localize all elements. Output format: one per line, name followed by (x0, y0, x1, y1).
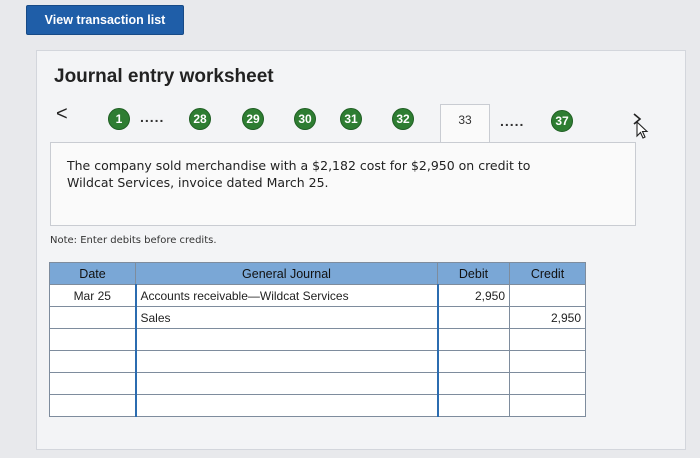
credit-cell[interactable] (509, 394, 586, 417)
table-row (49, 328, 586, 351)
step-28[interactable]: 28 (189, 108, 211, 130)
note-text: Note: Enter debits before credits. (50, 235, 217, 246)
next-arrow-icon[interactable] (628, 110, 654, 140)
step-29[interactable]: 29 (242, 108, 264, 130)
date-cell[interactable]: Mar 25 (49, 284, 136, 307)
credit-cell[interactable] (509, 350, 586, 373)
account-cell[interactable] (134, 350, 438, 373)
account-cell[interactable]: Accounts receivable—Wildcat Services (134, 284, 438, 307)
description-line-1: The company sold merchandise with a $2,1… (67, 158, 531, 173)
account-cell[interactable] (134, 372, 438, 395)
journal-header-row: Date General Journal Debit Credit (49, 262, 586, 285)
account-cell[interactable] (134, 328, 438, 351)
header-credit: Credit (509, 262, 586, 285)
debit-cell[interactable]: 2,950 (436, 284, 510, 307)
credit-cell[interactable] (509, 372, 586, 395)
date-cell[interactable] (49, 350, 136, 373)
pager-ellipsis-2: ..... (500, 113, 525, 129)
credit-cell[interactable]: 2,950 (509, 306, 586, 329)
view-transaction-list-button[interactable]: View transaction list (26, 5, 184, 35)
table-row (49, 372, 586, 395)
header-debit: Debit (437, 262, 510, 285)
date-cell[interactable] (49, 328, 136, 351)
date-cell[interactable] (49, 372, 136, 395)
step-32[interactable]: 32 (392, 108, 414, 130)
step-37[interactable]: 37 (551, 110, 573, 132)
debit-cell[interactable] (436, 394, 510, 417)
debit-cell[interactable] (436, 328, 510, 351)
journal-table: Date General Journal Debit Credit Mar 25… (49, 262, 586, 417)
step-1[interactable]: 1 (108, 108, 130, 130)
debit-cell[interactable] (436, 306, 510, 329)
worksheet-title: Journal entry worksheet (54, 66, 274, 87)
table-row: Sales 2,950 (49, 306, 586, 329)
description-line-2: Wildcat Services, invoice dated March 25… (67, 175, 329, 190)
account-cell[interactable]: Sales (134, 306, 438, 329)
account-cell[interactable] (134, 394, 438, 417)
transaction-description: The company sold merchandise with a $2,1… (50, 142, 636, 226)
pager-ellipsis: ..... (140, 109, 165, 125)
credit-cell[interactable] (509, 284, 586, 307)
credit-cell[interactable] (509, 328, 586, 351)
debit-cell[interactable] (436, 372, 510, 395)
step-31[interactable]: 31 (340, 108, 362, 130)
table-row: Mar 25 Accounts receivable—Wildcat Servi… (49, 284, 586, 307)
step-30[interactable]: 30 (294, 108, 316, 130)
prev-arrow-icon[interactable]: < (56, 104, 68, 124)
table-row (49, 394, 586, 417)
debit-cell[interactable] (436, 350, 510, 373)
header-general-journal: General Journal (135, 262, 438, 285)
date-cell[interactable] (49, 394, 136, 417)
table-row (49, 350, 586, 373)
date-cell[interactable] (49, 306, 136, 329)
header-date: Date (49, 262, 136, 285)
step-33-active-tab[interactable]: 33 (440, 104, 490, 142)
